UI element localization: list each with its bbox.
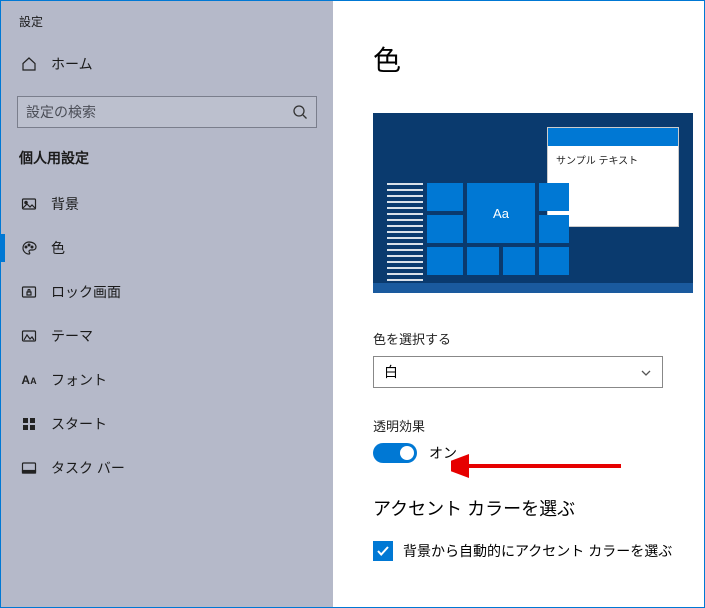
color-mode-label: 色を選択する (373, 329, 676, 348)
search-input[interactable] (26, 104, 292, 120)
chevron-down-icon (640, 366, 652, 378)
window-title: 設定 (1, 13, 333, 42)
search-box[interactable] (17, 96, 317, 128)
sidebar-item-2[interactable]: ロック画面 (1, 270, 333, 314)
preview-sample-text: サンプル テキスト (548, 146, 678, 173)
preview-start-tiles: Aa (427, 183, 567, 293)
auto-accent-row[interactable]: 背景から自動的にアクセント カラーを選ぶ (373, 541, 676, 561)
nav-list: 背景色ロック画面テーマ AA フォントスタートタスク バー (1, 182, 333, 490)
home-nav[interactable]: ホーム (1, 42, 333, 86)
sidebar-item-label: 色 (51, 238, 65, 258)
preview-start-panel: Aa (387, 183, 567, 293)
color-mode-dropdown[interactable]: 白 (373, 356, 663, 388)
transparency-label: 透明効果 (373, 416, 676, 435)
auto-accent-checkbox[interactable] (373, 541, 393, 561)
category-label: 個人用設定 (1, 128, 333, 182)
desktop-preview: サンプル テキスト Aa (373, 113, 693, 293)
home-label: ホーム (51, 54, 93, 74)
home-icon (21, 56, 37, 72)
sidebar-item-label: タスク バー (51, 458, 125, 478)
sidebar: 設定 ホーム 個人用設定 背景色ロック画面テーマ AA フォントスタートタスク バー (1, 1, 333, 607)
sidebar-item-label: フォント (51, 370, 107, 390)
sidebar-item-label: テーマ (51, 326, 93, 346)
preview-taskbar (373, 283, 693, 293)
theme-icon (21, 328, 37, 344)
preview-start-list (387, 183, 423, 293)
search-icon (292, 104, 308, 120)
sidebar-item-5[interactable]: スタート (1, 402, 333, 446)
sidebar-item-label: スタート (51, 414, 107, 434)
lockscreen-icon (21, 284, 37, 300)
taskbar-icon (21, 460, 37, 476)
transparency-value: オン (429, 443, 457, 463)
color-mode-value: 白 (384, 362, 398, 382)
preview-tile-large: Aa (467, 183, 535, 243)
sidebar-item-0[interactable]: 背景 (1, 182, 333, 226)
start-icon (21, 416, 37, 432)
sidebar-item-1[interactable]: 色 (1, 226, 333, 270)
sidebar-item-3[interactable]: テーマ (1, 314, 333, 358)
sidebar-item-label: 背景 (51, 194, 79, 214)
sidebar-item-6[interactable]: タスク バー (1, 446, 333, 490)
transparency-toggle[interactable] (373, 443, 417, 463)
font-icon: AA (21, 372, 37, 388)
auto-accent-label: 背景から自動的にアクセント カラーを選ぶ (403, 541, 672, 561)
palette-icon (21, 240, 37, 256)
sidebar-item-label: ロック画面 (51, 282, 121, 302)
main-panel: 色 サンプル テキスト Aa 色を選択する 白 透明効果 オン (333, 1, 704, 607)
preview-window-titlebar (548, 128, 678, 146)
sidebar-item-4[interactable]: AA フォント (1, 358, 333, 402)
page-title: 色 (373, 39, 676, 79)
accent-heading: アクセント カラーを選ぶ (373, 495, 676, 521)
image-icon (21, 196, 37, 212)
